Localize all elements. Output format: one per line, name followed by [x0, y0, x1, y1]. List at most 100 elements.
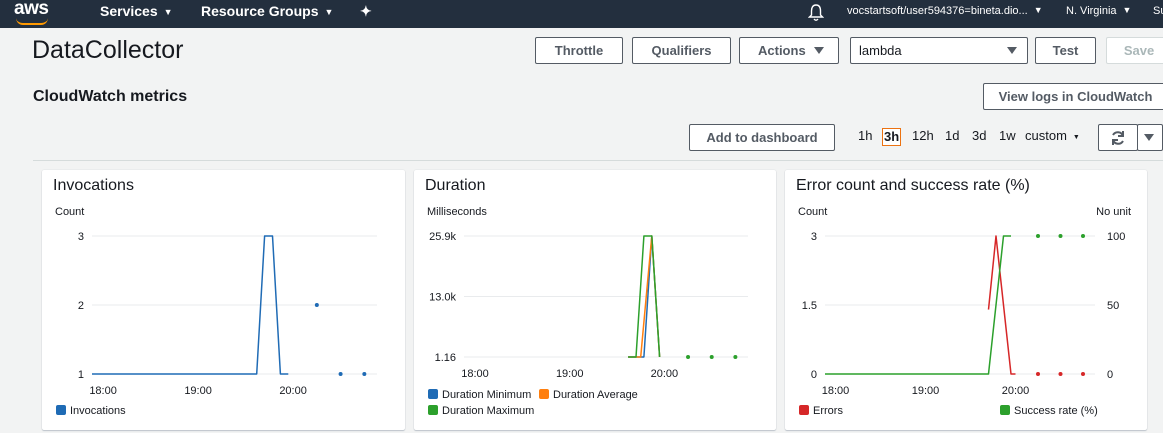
section-title: CloudWatch metrics — [33, 88, 188, 105]
y-tick-label: 0 — [811, 369, 817, 381]
view-logs-button[interactable]: View logs in CloudWatch — [983, 83, 1163, 110]
time-range-1h[interactable]: 1h — [856, 128, 874, 144]
test-button[interactable]: Test — [1035, 37, 1096, 64]
legend-item[interactable]: Duration Minimum — [428, 389, 531, 401]
y2-axis-label: No unit — [1096, 206, 1131, 218]
services-label: Services — [100, 3, 158, 19]
time-range-3d[interactable]: 3d — [970, 128, 988, 144]
time-range-1w[interactable]: 1w — [997, 128, 1018, 144]
caret-down-icon — [1144, 134, 1154, 141]
time-range-3h[interactable]: 3h — [882, 128, 902, 146]
error-success-chart-card: Error count and success rate (%) Count No… — [785, 170, 1147, 430]
legend-swatch — [799, 405, 809, 415]
chevron-down-icon: ▼ — [1072, 134, 1080, 141]
data-point — [362, 372, 367, 376]
y2-tick-label: 50 — [1107, 300, 1119, 312]
chevron-down-icon: ▼ — [163, 7, 173, 17]
data-point — [1036, 234, 1040, 238]
legend-item[interactable]: Errors — [799, 405, 843, 417]
custom-label: custom — [1025, 128, 1067, 143]
chevron-down-icon: ▼ — [1033, 5, 1043, 15]
caret-down-icon — [1007, 47, 1017, 54]
time-range-custom[interactable]: custom ▼ — [1023, 128, 1082, 147]
data-point — [1081, 234, 1085, 238]
resource-groups-menu[interactable]: Resource Groups ▼ — [201, 0, 333, 28]
support-menu[interactable]: Su — [1153, 0, 1163, 28]
x-tick-label: 19:00 — [556, 368, 584, 380]
legend-label: Success rate (%) — [1014, 405, 1098, 417]
data-point — [338, 372, 343, 376]
y-tick-label: 25.9k — [429, 231, 456, 243]
data-point — [686, 355, 691, 359]
legend-swatch — [539, 389, 549, 399]
time-range-1d[interactable]: 1d — [943, 128, 961, 144]
x-tick-label: 20:00 — [1002, 385, 1030, 397]
page-title: DataCollector — [32, 36, 184, 64]
y-tick-label: 1 — [78, 369, 84, 381]
legend-label: Duration Minimum — [442, 389, 532, 401]
refresh-options-button[interactable] — [1137, 124, 1163, 151]
data-point — [1036, 372, 1040, 376]
data-point — [709, 355, 714, 359]
error-success-chart: Count No unit 3 1.5 0 100 50 0 18:00 19:00 20:00 — [798, 206, 1131, 397]
x-tick-label: 18:00 — [822, 385, 850, 397]
legend-swatch — [1000, 405, 1010, 415]
y2-tick-label: 0 — [1107, 369, 1113, 381]
x-tick-label: 20:00 — [279, 385, 307, 397]
qualifiers-button[interactable]: Qualifiers — [632, 37, 731, 64]
y-tick-label: 1.16 — [435, 352, 456, 364]
x-tick-label: 19:00 — [184, 385, 212, 397]
legend-label: Duration Average — [553, 389, 638, 401]
legend-item[interactable]: Success rate (%) — [1000, 405, 1098, 417]
account-menu[interactable]: vocstartsoft/user594376=bineta.dio... ▼ — [847, 0, 1043, 28]
legend-swatch — [56, 405, 66, 415]
legend-swatch — [428, 389, 438, 399]
legend-item[interactable]: Invocations — [56, 405, 126, 417]
y2-tick-label: 100 — [1107, 231, 1125, 243]
x-tick-label: 20:00 — [651, 368, 679, 380]
actions-button[interactable]: Actions — [739, 37, 839, 64]
duration-chart-card: Duration Milliseconds 25.9k 13.0k 1.16 18:00… — [414, 170, 776, 430]
y-tick-label: 13.0k — [429, 292, 456, 304]
invocations-chart: Count 3 2 1 18:00 19:00 20:00 — [55, 206, 377, 397]
save-button[interactable]: Save — [1106, 37, 1163, 64]
legend-label: Errors — [813, 405, 843, 417]
legend-label: Invocations — [70, 405, 126, 417]
refresh-button[interactable] — [1098, 124, 1138, 151]
region-menu[interactable]: N. Virginia ▼ — [1066, 0, 1131, 28]
legend-item[interactable]: Duration Average — [539, 389, 638, 401]
y-axis-label: Count — [798, 206, 827, 218]
chevron-down-icon: ▼ — [1122, 5, 1132, 15]
refresh-icon — [1112, 131, 1124, 145]
invocations-chart-card: Invocations Count 3 2 1 18:00 19:00 20:00 Invo… — [42, 170, 405, 430]
bell-icon[interactable] — [808, 4, 824, 22]
services-menu[interactable]: Services ▼ — [100, 0, 173, 28]
x-tick-label: 19:00 — [912, 385, 940, 397]
legend-swatch — [428, 405, 438, 415]
test-event-value: lambda — [859, 43, 902, 58]
test-event-select[interactable]: lambda — [850, 37, 1028, 64]
add-to-dashboard-button[interactable]: Add to dashboard — [689, 124, 835, 151]
divider — [33, 160, 1163, 161]
region-label: N. Virginia — [1066, 5, 1117, 17]
data-point — [1058, 234, 1063, 238]
y-axis-label: Milliseconds — [427, 206, 487, 218]
y-tick-label: 1.5 — [802, 300, 817, 312]
data-point — [733, 355, 738, 359]
legend-item[interactable]: Duration Maximum — [428, 405, 534, 417]
y-tick-label: 3 — [811, 231, 817, 243]
x-tick-label: 18:00 — [89, 385, 117, 397]
actions-label: Actions — [758, 43, 806, 58]
y-tick-label: 2 — [78, 300, 84, 312]
account-label: vocstartsoft/user594376=bineta.dio... — [847, 5, 1028, 17]
time-range-12h[interactable]: 12h — [910, 128, 936, 144]
data-point — [1081, 372, 1085, 376]
legend-label: Duration Maximum — [442, 405, 535, 417]
data-point — [314, 303, 319, 307]
top-navigation: aws Services ▼ Resource Groups ▼ ✦ vocstar… — [0, 0, 1163, 28]
pin-icon[interactable]: ✦ — [360, 0, 372, 28]
aws-logo[interactable]: aws — [14, 0, 49, 20]
throttle-button[interactable]: Throttle — [535, 37, 623, 64]
aws-logo-smile — [16, 18, 48, 25]
resource-groups-label: Resource Groups — [201, 3, 319, 19]
